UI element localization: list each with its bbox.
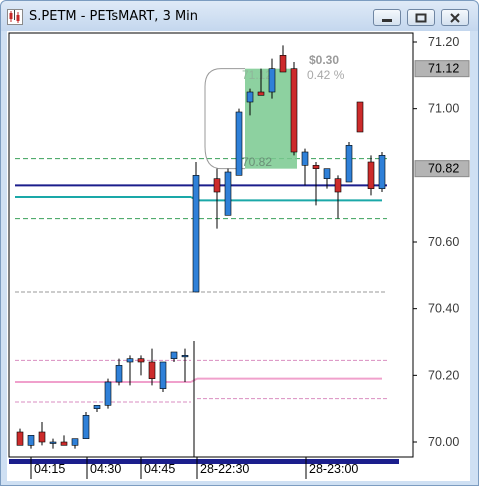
candle-up — [235, 108, 243, 176]
title-bar[interactable]: S.PETM - PETsMART, 3 Min — [1, 1, 478, 31]
candle-up — [192, 162, 200, 293]
time-tick-label: 28-22:30 — [200, 462, 249, 476]
price-chart[interactable]: $0.300.42 % 71.12 70.82 71.20 71.00 70.60 70.… — [7, 31, 470, 481]
price-tick-label: 70.60 — [428, 235, 459, 249]
candle-down — [356, 101, 364, 133]
chart-window: S.PETM - PETsMART, 3 Min $0.30 0.42 % 71. — [0, 0, 479, 486]
time-tick-label: 04:30 — [90, 462, 121, 476]
price-marker-label: 70.82 — [428, 162, 459, 176]
candle-down — [290, 62, 298, 156]
maximize-icon — [415, 13, 427, 23]
close-icon — [450, 13, 460, 23]
close-button[interactable] — [441, 9, 469, 26]
plot-area — [8, 32, 414, 458]
price-tick-label: 71.00 — [428, 102, 459, 116]
candle-up — [159, 361, 167, 392]
maximize-button[interactable] — [407, 9, 435, 26]
measure-change-label: $0.30 — [309, 53, 339, 67]
minimize-button[interactable] — [373, 9, 401, 26]
price-tick-label: 70.20 — [428, 368, 459, 382]
window-title: S.PETM - PETsMART, 3 Min — [29, 9, 199, 24]
candle-up — [378, 152, 386, 192]
chart-frame: $0.30 0.42 % 71.12 70.82 71.20 71.00 70.60 70.… — [7, 31, 470, 481]
time-tick-label: 04:15 — [34, 462, 65, 476]
candlestick-chart-icon — [7, 9, 23, 29]
price-tick-label: 70.40 — [428, 302, 459, 316]
candle-up — [104, 378, 112, 409]
price-marker-label: 71.12 — [428, 62, 459, 76]
candle-up — [224, 168, 232, 216]
measure-low-label: 70.82 — [242, 155, 272, 169]
minimize-icon — [382, 19, 392, 22]
price-scale[interactable]: 71.20 71.00 70.60 70.40 70.20 70.00 71.12 70.82 — [413, 35, 470, 449]
time-tick-label: 04:45 — [144, 462, 175, 476]
measure-high-label: 71.12 — [242, 68, 272, 82]
time-tick-label: 28-23:00 — [309, 462, 358, 476]
measure-percent-label: 0.42 % — [307, 68, 345, 82]
price-tick-label: 70.00 — [428, 435, 459, 449]
candle-up — [82, 412, 90, 439]
price-tick-label: 71.20 — [428, 35, 459, 49]
price-marker: 70.82 — [414, 160, 470, 178]
price-marker: 71.12 — [414, 60, 470, 78]
candle-up — [345, 142, 353, 183]
